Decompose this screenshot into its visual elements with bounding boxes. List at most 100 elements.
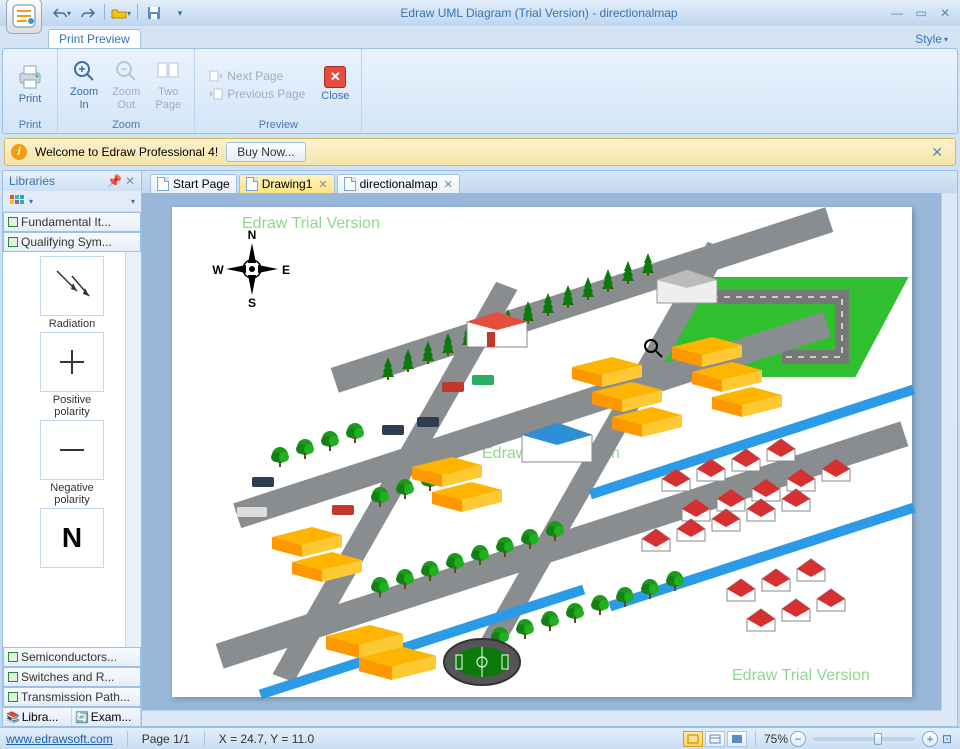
zoom-slider[interactable] [814,737,914,741]
doc-tab-directionalmap[interactable]: directionalmap✕ [337,174,460,193]
lib-tab-switches[interactable]: Switches and R... [3,667,141,687]
zoom-in-button[interactable]: Zoom In [64,56,104,112]
two-page-icon [155,58,181,84]
info-icon: i [11,144,27,160]
tab-close-icon[interactable]: ✕ [444,178,453,191]
zoom-fit-button[interactable]: ⊡ [940,732,954,746]
lib-tab-fundamental[interactable]: Fundamental It... [3,212,141,232]
zoom-percent: 75% [764,732,788,746]
map-warehouse [517,417,597,467]
maximize-button[interactable]: ▭ [912,5,930,21]
zoom-out-round-button[interactable]: − [790,731,806,747]
close-icon: ✕ [324,66,346,88]
zoom-in-round-button[interactable]: + [922,731,938,747]
prev-page-icon [209,88,223,100]
map-car [382,425,404,435]
ribbon: Print Print Zoom In Zoom Out Two Page Zo… [2,48,958,134]
view-mode-page[interactable] [705,731,725,747]
libraries-panel: Libraries 📌✕ ▾ ▾ Fundamental It... Quali… [2,170,142,727]
next-page-button[interactable]: Next Page [205,68,309,84]
magnifier-cursor-icon [642,337,664,359]
doc-tab-start-page[interactable]: Start Page [150,174,237,193]
viewport[interactable]: Edraw Trial Version Edraw Trial Version … [142,193,957,726]
print-button[interactable]: Print [9,61,51,107]
document-icon [246,177,258,191]
bottom-tab-examples[interactable]: 🔄Exam... [72,708,141,726]
lib-tab-transmission[interactable]: Transmission Path... [3,687,141,707]
view-mode-full[interactable] [727,731,747,747]
welcome-bar: i Welcome to Edraw Professional 4! Buy N… [4,138,956,166]
map-car [252,477,274,487]
canvas-area: Start Page Drawing1✕ directionalmap✕ Edr… [142,170,958,727]
watermark: Edraw Trial Version [732,667,870,685]
tab-close-icon[interactable]: ✕ [318,178,327,191]
map-stadium [442,637,522,687]
shape-positive-polarity[interactable]: Positive polarity [17,332,127,418]
map-gas-station [462,302,532,352]
map-car [472,375,494,385]
qat-customize-button[interactable]: ▾ [170,4,190,22]
undo-button[interactable]: ▾ [52,4,72,22]
open-button[interactable]: ▾ [111,4,131,22]
libraries-scrollbar[interactable] [125,252,141,647]
two-page-button[interactable]: Two Page [148,56,188,112]
shape-negative-polarity[interactable]: Negative polarity [17,420,127,506]
tab-print-preview[interactable]: Print Preview [48,29,141,48]
view-mode-normal[interactable] [683,731,703,747]
welcome-close-button[interactable]: ✕ [925,142,949,163]
bottom-tab-libraries[interactable]: 📚Libra... [3,708,72,726]
document-icon [344,177,356,191]
compass-icon: N S E W [212,229,292,309]
minimize-button[interactable]: — [888,5,906,21]
close-preview-button[interactable]: ✕ Close [315,64,355,104]
lib-menu-button[interactable]: ▾ [131,197,135,206]
svg-text:S: S [248,296,256,309]
pin-icon[interactable]: 📌 [107,174,122,188]
lib-tab-qualifying[interactable]: Qualifying Sym... [3,232,141,252]
close-window-button[interactable]: ✕ [936,5,954,21]
quick-access-toolbar: ▾ ▾ ▾ [52,4,190,22]
buy-now-button[interactable]: Buy Now... [226,142,305,162]
title-bar: ▾ ▾ ▾ Edraw UML Diagram (Trial Version) … [0,0,960,26]
ribbon-group-print-label: Print [9,118,51,131]
zoom-slider-thumb[interactable] [874,733,882,745]
status-bar: www.edrawsoft.com Page 1/1 X = 24.7, Y =… [0,727,960,749]
welcome-text: Welcome to Edraw Professional 4! [35,145,218,159]
palette-icon[interactable] [9,194,25,208]
status-url-link[interactable]: www.edrawsoft.com [6,732,113,746]
next-page-icon [209,70,223,82]
app-logo[interactable] [6,0,42,34]
map-truck [237,507,267,517]
shape-neutral[interactable]: N [17,508,127,568]
ribbon-group-preview-label: Preview [201,118,355,131]
redo-button[interactable] [78,4,98,22]
shape-list: Radiation Positive polarity Negative pol… [3,252,141,647]
status-coords: X = 24.7, Y = 11.0 [219,732,314,746]
style-menu[interactable]: Style▾ [911,30,952,48]
map-car [442,382,464,392]
svg-text:N: N [248,229,257,242]
lib-tab-semiconductors[interactable]: Semiconductors... [3,647,141,667]
libraries-header: Libraries 📌✕ [3,171,141,191]
panel-close-icon[interactable]: ✕ [125,174,135,188]
horizontal-scrollbar[interactable] [142,710,941,726]
status-page: Page 1/1 [142,732,190,746]
libraries-toolbar: ▾ ▾ [3,191,141,212]
vertical-scrollbar[interactable] [941,193,957,710]
page-canvas[interactable]: Edraw Trial Version Edraw Trial Version … [172,207,912,697]
map-car [332,505,354,515]
zoom-in-icon [71,58,97,84]
document-icon [157,177,169,191]
svg-text:W: W [212,263,224,277]
document-tab-bar: Start Page Drawing1✕ directionalmap✕ [142,171,957,193]
ribbon-tab-row: Print Preview Style▾ [0,26,960,48]
map-building [652,265,722,307]
printer-icon [15,63,45,91]
shape-radiation[interactable]: Radiation [17,256,127,330]
previous-page-button[interactable]: Previous Page [205,86,309,102]
map-car [417,417,439,427]
doc-tab-drawing1[interactable]: Drawing1✕ [239,174,335,193]
save-button[interactable] [144,4,164,22]
zoom-out-button[interactable]: Zoom Out [106,56,146,112]
ribbon-group-zoom-label: Zoom [64,118,188,131]
